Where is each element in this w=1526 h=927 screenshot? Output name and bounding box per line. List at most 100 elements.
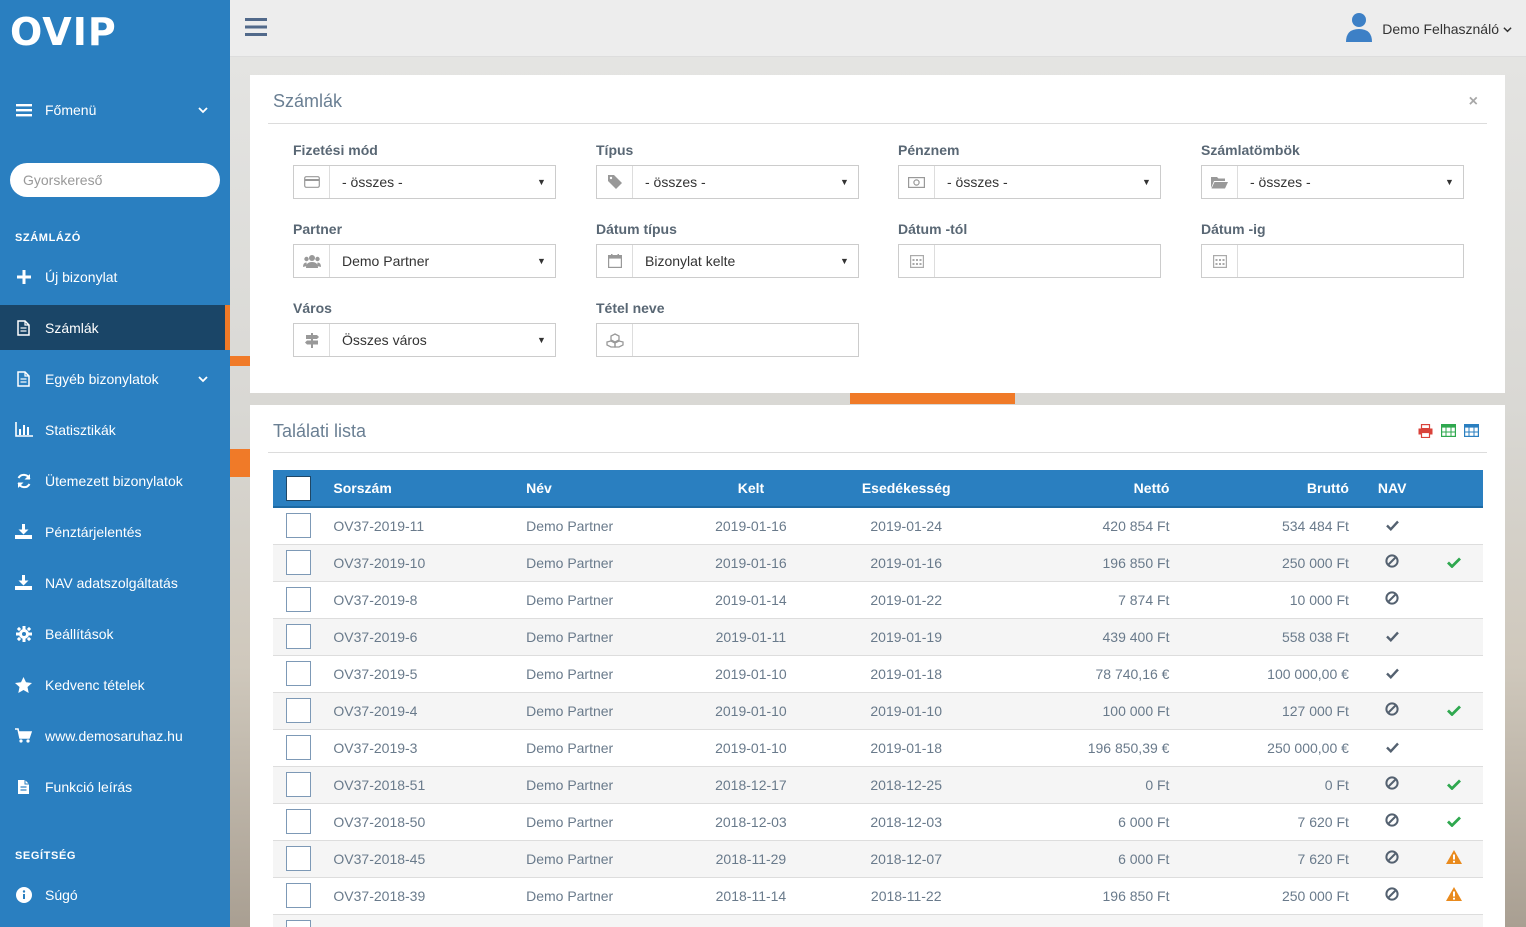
cell-esedekesseg: 2019-01-24 [816,506,996,544]
table-row[interactable]: OV37-2019-11 Demo Partner 2019-01-16 2019-0… [273,506,1483,544]
sidebar-item-funkcio-leiras[interactable]: Funkció leírás [0,764,230,809]
sidebar-item-szamlak[interactable]: Számlák [0,305,230,350]
input-tetel-neve[interactable] [596,323,859,357]
cell-nev: Demo Partner [526,691,686,729]
table-row[interactable]: OV37-2018-45 Demo Partner 2018-11-29 2018-1… [273,839,1483,877]
app-logo[interactable]: OVIP [10,12,117,52]
cell-sorszam[interactable]: OV37-2018-51 [323,765,527,803]
cell-sorszam[interactable]: OV37-2018-50 [323,802,527,840]
select-penznem[interactable]: - összes - ▼ [898,165,1161,199]
cell-sorszam[interactable]: OV37-2019-11 [323,506,527,544]
row-checkbox[interactable] [285,513,311,539]
sidebar-item-penztarjelentes[interactable]: Pénztárjelentés [0,509,230,554]
table-row[interactable]: OV37-2018-51 Demo Partner 2018-12-17 2018-1… [273,765,1483,803]
row-checkbox[interactable] [285,587,311,612]
cell-esedekesseg: 2018-12-03 [816,802,996,840]
cell-kelt: 2019-01-10 [685,728,817,766]
label-penznem: Pénznem [898,142,960,158]
col-esedekesseg[interactable]: Esedékesség [816,470,996,508]
table-row[interactable]: OV37-2019-5 Demo Partner 2019-01-10 2019-01… [273,654,1483,692]
row-checkbox[interactable] [285,550,311,575]
sidebar-item-kedvenc-tetelek[interactable]: Kedvenc tételek [0,662,230,707]
col-brutto[interactable]: Bruttó [1179,470,1359,508]
row-checkbox[interactable] [285,883,311,908]
select-varos[interactable]: Összes város ▼ [293,323,556,357]
divider [268,452,1487,453]
file-icon [0,319,45,336]
row-checkbox[interactable] [285,735,311,760]
close-icon[interactable]: × [1469,93,1478,111]
sidebar-item-beallitasok[interactable]: Beállítások [0,611,230,656]
cell-nav [1358,617,1426,655]
select-partner[interactable]: Demo Partner ▼ [293,244,556,278]
sidebar-item-statisztikak[interactable]: Statisztikák [0,407,230,452]
csv-export-icon[interactable] [1464,424,1480,441]
cell-esedekesseg: 2019-01-18 [816,654,996,692]
sidebar-item-sugo[interactable]: Súgó [0,872,230,917]
input-datum-ig[interactable] [1201,244,1464,278]
row-select-cell [273,691,324,729]
cell-sorszam[interactable]: OV37-2019-3 [323,728,527,766]
cell-sorszam[interactable]: OV37-2019-6 [323,617,527,655]
sidebar-item-nav-adatszolgaltatas[interactable]: NAV adatszolgáltatás [0,560,230,605]
user-menu[interactable]: Demo Felhasználó [1346,0,1512,57]
table-row[interactable]: OV37-2019-6 Demo Partner 2019-01-11 2019-01… [273,617,1483,655]
calendar-icon [597,245,633,277]
table-header-row: Sorszám Név Kelt Esedékesség Nettó Brutt… [273,470,1483,508]
quick-search-input[interactable] [10,163,220,197]
select-value: - összes - [342,174,403,190]
cell-status [1425,728,1483,766]
col-netto[interactable]: Nettó [995,470,1180,508]
row-checkbox[interactable] [285,624,311,649]
cell-status [1425,802,1483,840]
input-datum-tol[interactable] [898,244,1161,278]
cell-kelt: 2019-01-16 [685,506,817,544]
sidebar-item-label: Statisztikák [45,421,116,438]
row-select-cell [273,728,324,766]
cell-kelt: 2018-11-29 [685,839,817,877]
col-nav[interactable]: NAV [1358,470,1426,508]
select-fizetesi-mod[interactable]: - összes - ▼ [293,165,556,199]
cell-sorszam[interactable]: OV37-2018-45 [323,839,527,877]
cell-sorszam[interactable]: OV37-2019-8 [323,580,527,618]
row-checkbox[interactable] [285,661,311,686]
table-row[interactable]: OV37-2018-39 Demo Partner 2018-11-14 2018-1… [273,876,1483,914]
sidebar-item-webshop[interactable]: www.demosaruhaz.hu [0,713,230,758]
sidebar-item-uj-bizonylat[interactable]: Új bizonylat [0,254,230,299]
row-checkbox[interactable] [285,698,311,723]
cell-sorszam[interactable]: OV37-2019-10 [323,543,527,581]
sidebar-item-utemezett-bizonylatok[interactable]: Ütemezett bizonylatok [0,458,230,503]
table-row[interactable]: OV37-2018-50 Demo Partner 2018-12-03 2018-1… [273,802,1483,840]
refresh-icon [0,473,45,489]
select-tipus[interactable]: - összes - ▼ [596,165,859,199]
cell-sorszam[interactable]: OV37-2019-5 [323,654,527,692]
row-checkbox[interactable] [285,920,311,927]
cell-netto: 0 Ft [995,765,1180,803]
row-checkbox[interactable] [285,846,311,871]
table-row[interactable] [273,913,1483,927]
cell-sorszam[interactable]: OV37-2019-4 [323,691,527,729]
hamburger-menu-icon[interactable] [245,17,267,40]
col-nev[interactable]: Név [526,470,686,508]
cell-netto: 100 000 Ft [995,691,1180,729]
table-row[interactable]: OV37-2019-8 Demo Partner 2019-01-14 2019-01… [273,580,1483,618]
col-sorszam[interactable]: Sorszám [323,470,527,508]
sidebar-item-egyeb-bizonylatok[interactable]: Egyéb bizonylatok [0,356,230,401]
download-icon [0,575,45,590]
caret-down-icon: ▼ [537,256,546,266]
row-checkbox[interactable] [285,809,311,834]
select-all-checkbox[interactable] [285,475,311,501]
table-row[interactable]: OV37-2019-4 Demo Partner 2019-01-10 2019-01… [273,691,1483,729]
row-select-cell [273,506,324,544]
sidebar-item-fomenu[interactable]: Főmenü [0,87,230,132]
table-row[interactable]: OV37-2019-3 Demo Partner 2019-01-10 2019-01… [273,728,1483,766]
select-datum-tipus[interactable]: Bizonylat kelte ▼ [596,244,859,278]
excel-export-icon[interactable] [1441,424,1457,441]
cell-sorszam[interactable]: OV37-2018-39 [323,876,527,914]
row-checkbox[interactable] [285,772,311,797]
select-szamlatombok[interactable]: - összes - ▼ [1201,165,1464,199]
table-row[interactable]: OV37-2019-10 Demo Partner 2019-01-16 2019-0… [273,543,1483,581]
col-kelt[interactable]: Kelt [685,470,817,508]
print-icon[interactable] [1418,424,1433,441]
sidebar-item-label: Számlák [45,319,99,336]
